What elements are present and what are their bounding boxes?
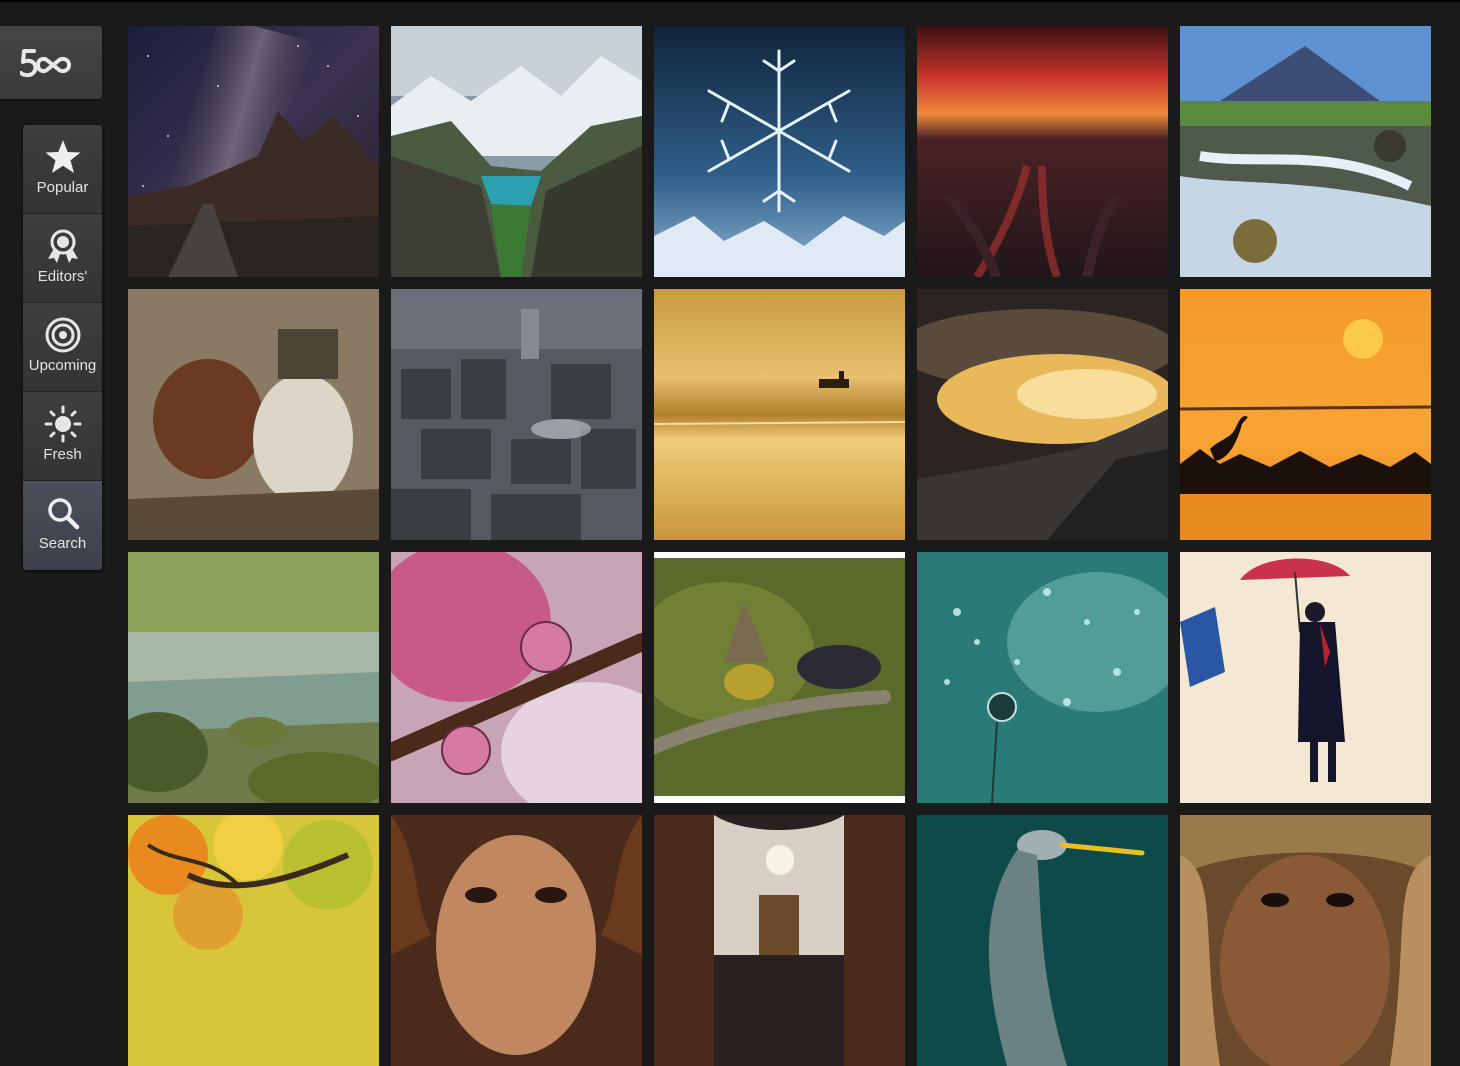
photo-image [391,815,642,1066]
photo-image [917,26,1168,277]
photo-image [1180,552,1431,803]
photo-golden-clouds[interactable] [917,289,1168,540]
photo-heron-head[interactable] [917,815,1168,1066]
photo-image [917,815,1168,1066]
photo-rose-droplet[interactable] [391,552,642,803]
photo-image [654,815,905,1066]
logo[interactable] [0,26,102,99]
nav-label-search: Search [38,535,87,552]
photo-image [128,26,379,277]
nav-label-editors: Editors' [37,268,88,285]
star-icon [43,137,83,177]
photo-red-sunset[interactable] [917,26,1168,277]
photo-image [391,289,642,540]
photo-milky-way[interactable] [128,26,379,277]
photo-image [917,289,1168,540]
photo-image [128,552,379,803]
photo-image [391,552,642,803]
photo-church-interior[interactable] [654,815,905,1066]
photo-image [917,552,1168,803]
logo-mark [20,48,72,77]
photo-image [128,815,379,1066]
top-border [0,0,1460,2]
photo-grid [128,26,1431,1066]
photo-image [1180,815,1431,1066]
sun-icon [43,404,83,444]
photo-scarf-portrait[interactable] [1180,815,1431,1066]
nav-upcoming[interactable]: Upcoming [23,303,102,392]
nav-search[interactable]: Search [23,481,102,570]
search-icon [43,493,83,533]
photo-autumn-tree[interactable] [128,815,379,1066]
nav-popular[interactable]: Popular [23,125,102,214]
photo-heron-sunset[interactable] [1180,289,1431,540]
photo-curly-hair-portrait[interactable] [391,815,642,1066]
photo-old-village[interactable] [391,289,642,540]
photo-dandelion-drops[interactable] [917,552,1168,803]
photo-image [1180,289,1431,540]
photo-golden-boat[interactable] [654,289,905,540]
photo-image [1180,26,1431,277]
photo-bull-race[interactable] [128,289,379,540]
photo-image [654,552,905,803]
photo-mountain-lake[interactable] [391,26,642,277]
photo-birds-feeding[interactable] [654,552,905,803]
nav-editors[interactable]: Editors' [23,214,102,303]
photo-image [654,26,905,277]
photo-volcano-waterfall[interactable] [1180,26,1431,277]
nav-label-popular: Popular [36,179,89,196]
photo-umbrella-girl[interactable] [1180,552,1431,803]
nav-label-fresh: Fresh [43,446,82,463]
photo-image [391,26,642,277]
nav-fresh[interactable]: Fresh [23,392,102,481]
target-icon [43,315,83,355]
photo-snowflake[interactable] [654,26,905,277]
nav-label-upcoming: Upcoming [28,357,97,374]
photo-image [654,289,905,540]
sidebar-nav: Popular Editors' Upcoming Fresh Search [23,125,102,570]
award-icon [43,226,83,266]
photo-forest-stream[interactable] [128,552,379,803]
photo-image [128,289,379,540]
